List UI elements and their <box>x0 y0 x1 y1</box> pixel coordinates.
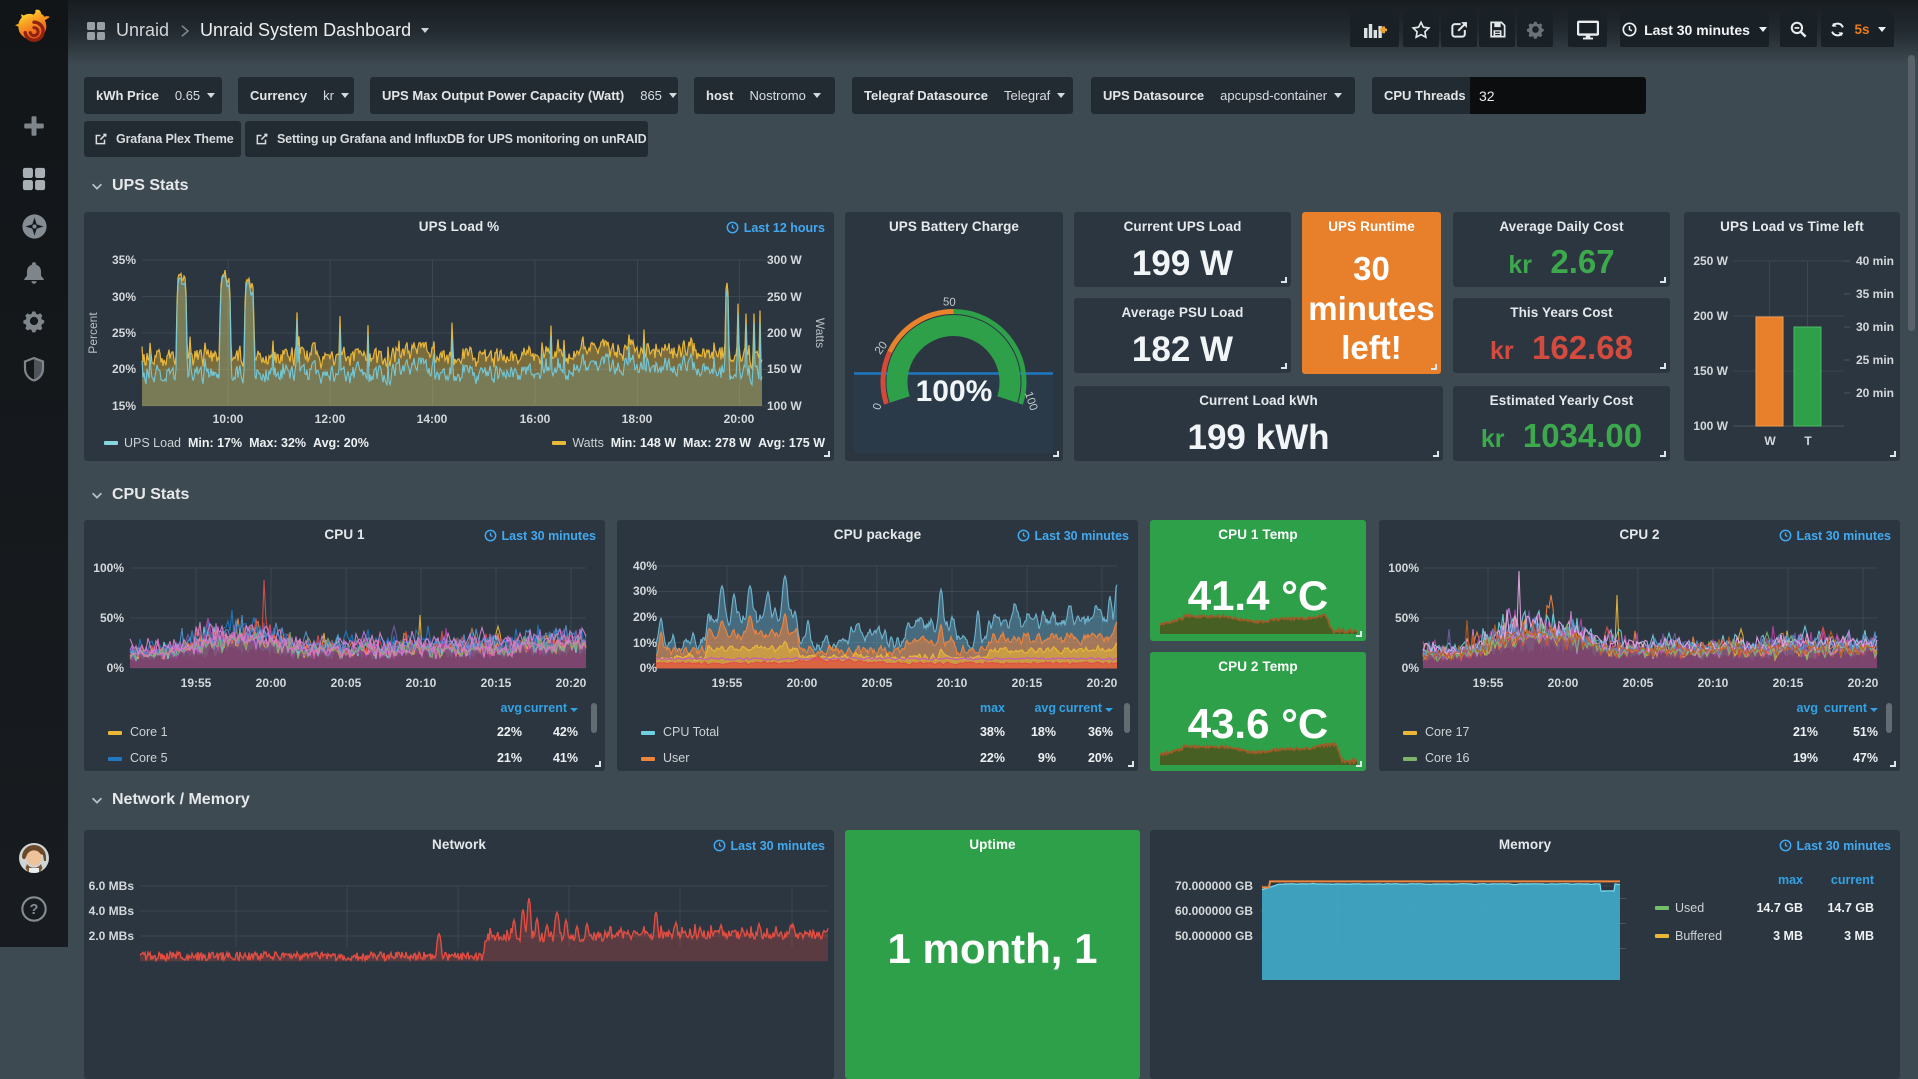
svg-text:50: 50 <box>943 296 956 309</box>
svg-text:?: ? <box>30 902 39 918</box>
